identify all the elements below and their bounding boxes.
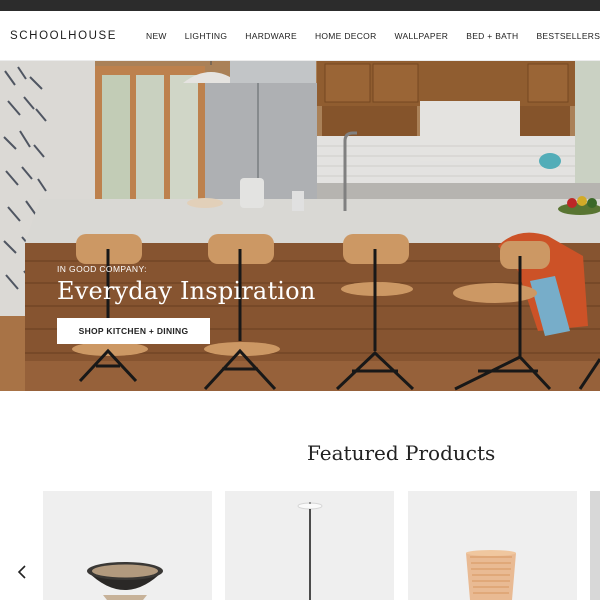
nav-item-new[interactable]: NEW [146, 31, 167, 41]
site-header: SCHOOLHOUSE NEW LIGHTING HARDWARE HOME D… [0, 11, 600, 61]
product-card[interactable] [225, 491, 394, 600]
nav-item-wallpaper[interactable]: WALLPAPER [395, 31, 449, 41]
featured-products-title: Featured Products [307, 441, 496, 465]
nav-item-bed-bath[interactable]: BED + BATH [466, 31, 518, 41]
nav-item-lighting[interactable]: LIGHTING [185, 31, 228, 41]
ceramic-bowl-image [43, 491, 212, 600]
shop-kitchen-dining-button[interactable]: SHOP KITCHEN + DINING [57, 318, 210, 344]
site-logo[interactable]: SCHOOLHOUSE [10, 30, 117, 42]
hero-eyebrow: IN GOOD COMPANY: [57, 264, 147, 274]
nav-item-home-decor[interactable]: HOME DECOR [315, 31, 377, 41]
hero-banner: IN GOOD COMPANY: Everyday Inspiration SH… [0, 61, 600, 391]
nav-item-bestsellers[interactable]: BESTSELLERS [536, 31, 600, 41]
product-card-peek[interactable] [590, 491, 600, 600]
nav-item-hardware[interactable]: HARDWARE [245, 31, 297, 41]
amber-glass-image [408, 491, 577, 600]
floor-lamp-image [225, 491, 394, 600]
carousel-prev-button[interactable] [12, 562, 32, 582]
product-card[interactable] [408, 491, 577, 600]
chevron-left-icon [17, 565, 26, 579]
main-nav: NEW LIGHTING HARDWARE HOME DECOR WALLPAP… [146, 31, 600, 41]
hero-title: Everyday Inspiration [57, 277, 316, 305]
browser-top-bar [0, 0, 600, 11]
product-card[interactable] [43, 491, 212, 600]
